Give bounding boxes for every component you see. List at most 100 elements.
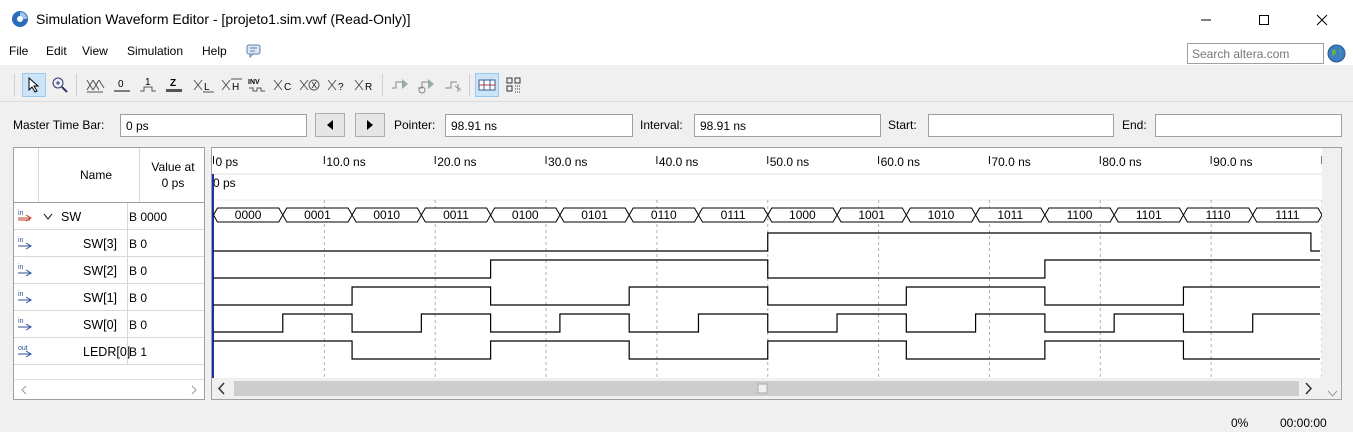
clock-icon: X <box>299 79 320 91</box>
close-button[interactable] <box>1299 0 1345 40</box>
force-unknown-button[interactable] <box>83 73 107 97</box>
overwrite-value-button[interactable]: ? <box>326 73 350 97</box>
invert-text: INV <box>248 79 260 86</box>
force-weak-low-icon: L <box>193 79 214 93</box>
bus-value-label: 0110 <box>651 208 677 222</box>
feedback-icon[interactable] <box>246 44 262 58</box>
time-tick-label: 60.0 ns <box>881 155 920 169</box>
force-weak-low-button[interactable]: L <box>192 73 216 97</box>
waveform-sw1 <box>213 286 1320 306</box>
bus-value-label: 0001 <box>304 208 331 222</box>
signal-list-panel: Name Value at 0 ps in SW B 0000 in SW[3] B 0i… <box>13 147 205 400</box>
grid-settings-button[interactable] <box>502 73 526 97</box>
pin-direction-label: in <box>18 210 24 217</box>
force-weak-high-icon: H <box>221 78 242 93</box>
zoom-tool-icon <box>52 77 68 93</box>
column-divider <box>127 284 128 311</box>
signal-list-horizontal-scrollbar[interactable] <box>14 379 204 399</box>
run-functional-simulation-icon <box>392 79 408 89</box>
menu-help[interactable]: Help <box>202 44 227 58</box>
menu-file[interactable]: File <box>9 44 28 58</box>
selection-tool-icon <box>28 77 40 93</box>
force-low-button[interactable]: 0 <box>110 73 134 97</box>
count-text: C <box>284 82 291 93</box>
signal-row[interactable]: out LEDR[0] B 1 <box>14 338 204 365</box>
bus-value-label: 1000 <box>789 208 816 222</box>
minimize-button[interactable] <box>1183 0 1229 40</box>
end-field[interactable] <box>1155 114 1342 137</box>
time-tick-label: 50.0 ns <box>770 155 809 169</box>
generate-netlist-button[interactable] <box>441 73 465 97</box>
input-pin-icon: in <box>18 264 32 277</box>
pointer-field[interactable]: 98.91 ns <box>445 114 633 137</box>
master-time-marker-label: 0 ps <box>213 176 236 190</box>
clock-button[interactable]: X <box>298 73 322 97</box>
run-functional-simulation-button[interactable] <box>388 73 412 97</box>
globe-icon[interactable] <box>1327 44 1346 63</box>
run-timing-simulation-button[interactable] <box>414 73 438 97</box>
bus-value-label: 1001 <box>858 208 885 222</box>
maximize-button[interactable] <box>1241 0 1287 40</box>
bus-value-label: 1011 <box>997 208 1023 222</box>
start-field[interactable] <box>928 114 1114 137</box>
toolbar-separator <box>76 74 77 96</box>
quartus-app-icon <box>12 11 28 27</box>
snap-to-grid-button[interactable] <box>475 73 499 97</box>
toolbar-separator <box>382 74 383 96</box>
menu-edit[interactable]: Edit <box>46 44 67 58</box>
pin-direction-label: in <box>18 291 24 298</box>
force-high-button[interactable]: 1 <box>136 73 160 97</box>
interval-field[interactable]: 98.91 ns <box>694 114 881 137</box>
signal-row[interactable]: in SW[2] B 0 <box>14 257 204 284</box>
waveform-sw3 <box>213 232 1320 252</box>
signal-row[interactable]: in SW[0] B 0 <box>14 311 204 338</box>
clock-text: X <box>312 81 318 90</box>
force-high-icon: 1 <box>140 77 156 92</box>
scroll-right-icon[interactable] <box>190 385 198 395</box>
waveform-canvas[interactable]: 0 ps 10.0 ns 20.0 ns 30.0 ns 40.0 ns 50.0 ns 6… <box>212 148 1342 400</box>
count-value-button[interactable]: C <box>272 73 296 97</box>
value-header-line2: 0 ps <box>161 176 185 190</box>
minimize-icon <box>1201 19 1211 21</box>
menu-simulation[interactable]: Simulation <box>127 44 183 58</box>
zoom-tool-button[interactable] <box>48 73 72 97</box>
search-input[interactable]: Search altera.com <box>1187 43 1324 64</box>
value-column-header[interactable]: Value at 0 ps <box>141 148 205 202</box>
menu-view[interactable]: View <box>82 44 108 58</box>
interval-label: Interval: <box>640 118 683 132</box>
grid-settings-icon <box>506 77 521 93</box>
force-high-impedance-button[interactable]: Z <box>162 73 186 97</box>
column-divider <box>127 230 128 257</box>
waveform-vertical-scrollbar[interactable] <box>1322 148 1342 400</box>
overwrite-text: ? <box>338 82 344 93</box>
toolbar-separator <box>469 74 470 96</box>
signal-value: B 0 <box>129 318 148 332</box>
waveform-panel[interactable]: 0 ps 10.0 ns 20.0 ns 30.0 ns 40.0 ns 50.0 ns 6… <box>211 147 1342 400</box>
bus-value-label: 0101 <box>581 208 608 222</box>
close-icon <box>1316 14 1328 26</box>
force-weak-high-button[interactable]: H <box>220 73 244 97</box>
random-values-button[interactable]: R <box>353 73 377 97</box>
selection-tool-button[interactable] <box>22 73 46 97</box>
start-label: Start: <box>888 118 917 132</box>
scroll-left-icon[interactable] <box>20 385 28 395</box>
time-tick-label: 20.0 ns <box>437 155 476 169</box>
signal-row[interactable]: in SW B 0000 <box>14 203 204 230</box>
bus-value-label: 1101 <box>1136 208 1162 222</box>
scrollbar-grip <box>757 383 768 394</box>
next-transition-button[interactable] <box>355 113 385 137</box>
invert-button[interactable]: INV <box>246 73 270 97</box>
signal-name: SW[3] <box>83 237 118 251</box>
previous-transition-button[interactable] <box>315 113 345 137</box>
master-time-bar-field[interactable]: 0 ps <box>120 114 307 137</box>
invert-icon: INV <box>248 79 265 92</box>
chevron-down-icon[interactable] <box>43 213 53 221</box>
value-header-line1: Value at <box>151 160 195 174</box>
signal-row[interactable]: in SW[1] B 0 <box>14 284 204 311</box>
overwrite-value-icon: ? <box>327 79 344 93</box>
status-progress: 0% <box>1231 416 1249 430</box>
signal-row[interactable]: in SW[3] B 0 <box>14 230 204 257</box>
time-tick-label: 0 ps <box>216 155 239 169</box>
name-column-header[interactable]: Name <box>53 148 140 202</box>
bus-value-label: 1110 <box>1206 208 1231 222</box>
